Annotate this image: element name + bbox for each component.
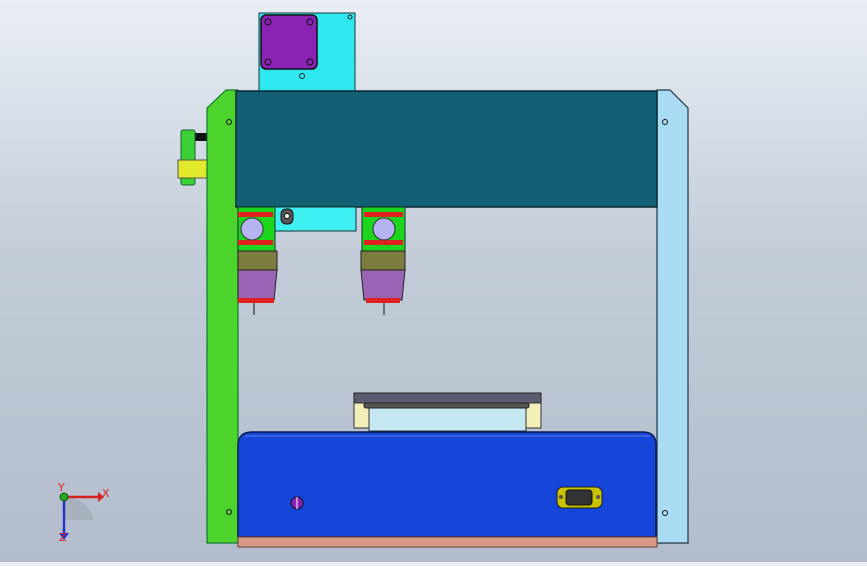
handwheel-cap: [177, 159, 209, 179]
dispense-head-left[interactable]: [237, 206, 278, 315]
base-plate: [237, 536, 658, 548]
triad-z-label: Z: [59, 531, 67, 544]
orientation-triad: X Y Z: [57, 481, 110, 544]
connector-screw-icon: [596, 495, 600, 499]
frame-left-upright[interactable]: [206, 89, 239, 544]
triad-x-label: X: [102, 487, 110, 500]
gantry-beam[interactable]: [235, 90, 658, 208]
motor-mount[interactable]: [258, 12, 356, 92]
handwheel[interactable]: [177, 129, 209, 186]
carriage-knob-center: [284, 213, 290, 219]
head-red-band: [364, 212, 403, 217]
head-red-band: [238, 240, 273, 245]
machine-base[interactable]: [237, 431, 658, 548]
head-red-band: [364, 240, 403, 245]
head-syringe-icon: [372, 217, 396, 241]
head-purple-nozzle: [237, 269, 278, 301]
triad-y-label: Y: [57, 481, 65, 494]
fixture-top-rail: [353, 392, 542, 404]
cad-viewport[interactable]: X Y Z: [0, 0, 867, 562]
base-housing: [237, 431, 657, 538]
stepper-motor[interactable]: [260, 14, 318, 70]
fixture-bed: [368, 405, 527, 432]
frame-right-upright[interactable]: [656, 89, 689, 544]
head-olive-body: [237, 250, 278, 271]
head-red-tip: [238, 298, 274, 303]
connector-screw-icon: [559, 495, 563, 499]
head-syringe-icon: [240, 217, 264, 241]
triad-origin-icon: [59, 492, 69, 502]
handwheel-shaft: [194, 133, 208, 141]
head-red-band: [238, 212, 273, 217]
dispense-head-right[interactable]: [360, 206, 406, 315]
head-purple-nozzle: [360, 269, 406, 301]
connector-socket: [565, 489, 593, 506]
triad-shadow: [64, 496, 94, 520]
power-connector-icon[interactable]: [556, 486, 603, 509]
fixture-clamp: [363, 402, 530, 409]
frame-right-panel: [656, 89, 689, 544]
head-red-tip: [366, 298, 400, 303]
model-canvas[interactable]: X Y Z: [0, 0, 867, 562]
work-fixture[interactable]: [353, 392, 542, 432]
head-olive-body: [360, 250, 406, 271]
frame-left-panel: [206, 89, 239, 544]
